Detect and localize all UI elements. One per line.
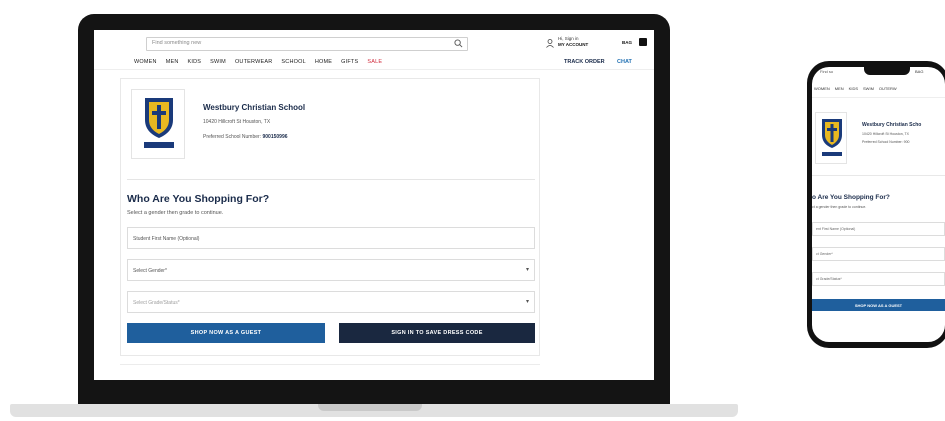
chevron-down-icon: ▾ [525,267,529,273]
phone-shop-as-guest-button[interactable]: SHOP NOW AS A GUEST [812,299,945,311]
chat-link[interactable]: CHAT [617,59,632,65]
laptop-screen: Find something new Hi, Sign in MY ACCOUN… [94,30,654,380]
grade-select[interactable]: Select Grade/Status* ▾ [127,291,535,313]
phone-nav-women[interactable]: WOMEN [814,86,830,91]
phone-bag-label[interactable]: BAG [915,69,923,74]
phone-school-number: Preferred School Number: 900 [862,140,910,144]
phone-search-input[interactable]: Find so [820,69,833,74]
phone-grade-select[interactable]: ct Grade/Status* [812,272,945,286]
phone-form-title: o Are You Shopping For? [812,194,890,201]
nav-sale[interactable]: SALE [367,59,382,65]
student-name-field[interactable]: Student First Name (Optional) [127,227,535,249]
site-header: Find something new Hi, Sign in MY ACCOUN… [94,30,654,70]
chevron-down-icon: ▾ [525,299,529,305]
school-selection-card: Westbury Christian School 10420 Hillcrof… [120,78,540,356]
phone-school-address: 10420 Hillcroft St Houston, TX [862,132,910,136]
school-name: Westbury Christian School [203,103,306,112]
gender-select[interactable]: Select Gender* ▾ [127,259,535,281]
nav-women[interactable]: WOMEN [134,59,157,65]
phone-student-name-field[interactable]: ent First Name (Optional) [812,222,945,236]
search-placeholder: Find something new [152,40,202,46]
search-icon[interactable] [454,39,463,48]
nav-men[interactable]: MEN [166,59,179,65]
phone-gender-select[interactable]: ct Gender* [812,247,945,261]
nav-home[interactable]: HOME [315,59,332,65]
account-icon[interactable] [546,39,554,48]
phone-grade-placeholder: ct Grade/Status* [816,277,842,281]
search-input[interactable]: Find something new [146,37,468,51]
phone-student-name-placeholder: ent First Name (Optional) [816,227,856,231]
bag-icon[interactable] [639,38,647,46]
phone-screen: Find so BAG WOMEN MEN KIDS SWIM OUTERW W… [812,67,945,342]
phone-nav-kids[interactable]: KIDS [849,86,858,91]
divider [127,179,535,180]
grade-placeholder: Select Grade/Status* [133,300,180,306]
nav-outerwear[interactable]: OUTERWEAR [235,59,272,65]
divider [812,97,945,98]
phone-nav-outerwear[interactable]: OUTERW [879,86,897,91]
account-greeting[interactable]: Hi, Sign in [558,36,579,41]
shop-as-guest-button[interactable]: SHOP NOW AS A GUEST [127,323,325,343]
phone-nav-men[interactable]: MEN [835,86,844,91]
phone-school-logo [815,112,847,164]
bag-label[interactable]: BAG [622,40,632,45]
school-number: Preferred School Number: 900150996 [203,134,288,140]
phone-notch [864,67,910,75]
form-title: Who Are You Shopping For? [127,193,270,205]
school-logo [131,89,185,159]
nav-swim[interactable]: SWIM [210,59,226,65]
main-nav: WOMEN MEN KIDS SWIM OUTERWEAR SCHOOL HOM… [134,59,382,65]
sign-in-button[interactable]: SIGN IN TO SAVE DRESS CODE [339,323,535,343]
laptop-notch [318,404,422,411]
nav-kids[interactable]: KIDS [188,59,202,65]
nav-gifts[interactable]: GIFTS [341,59,358,65]
divider [812,175,945,176]
student-name-placeholder: Student First Name (Optional) [133,236,200,242]
phone-gender-placeholder: ct Gender* [816,252,833,256]
phone-school-name: Westbury Christian Scho [862,122,922,128]
track-order-link[interactable]: TRACK ORDER [564,59,605,65]
school-address: 10420 Hillcroft St Houston, TX [203,119,271,125]
nav-school[interactable]: SCHOOL [281,59,305,65]
school-number-value: 900150996 [262,134,288,140]
form-subtitle: Select a gender then grade to continue. [127,210,224,216]
phone-nav-swim[interactable]: SWIM [863,86,874,91]
shield-logo-icon [144,98,174,148]
school-number-label: Preferred School Number: [203,134,262,140]
gender-placeholder: Select Gender* [133,268,167,274]
shield-logo-icon [822,119,842,156]
phone-nav: WOMEN MEN KIDS SWIM OUTERW [814,86,897,91]
account-menu[interactable]: MY ACCOUNT [558,42,588,47]
footer-band [120,364,540,380]
phone-form-subtitle: ct a gender then grade to continue. [812,205,867,209]
